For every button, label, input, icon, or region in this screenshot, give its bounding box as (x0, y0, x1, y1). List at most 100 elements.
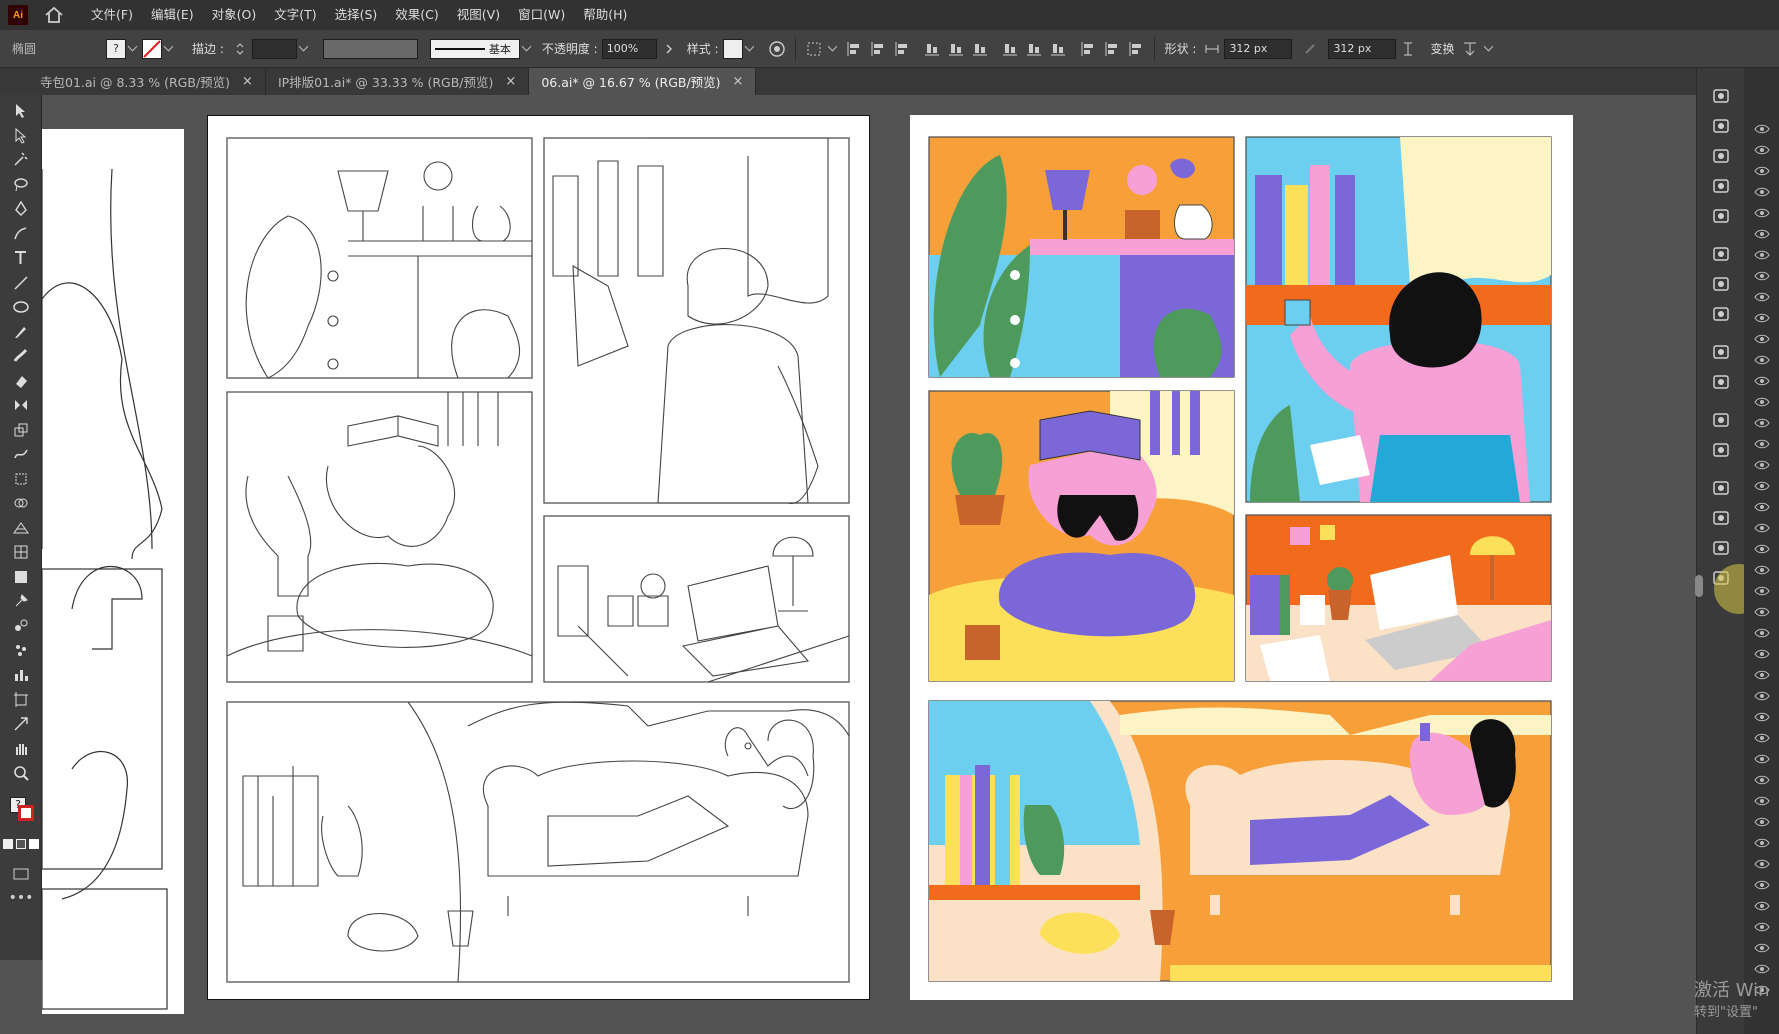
distribute-right-icon[interactable] (1128, 41, 1144, 57)
layers-icon[interactable] (1709, 476, 1733, 500)
layer-visibility-eye-icon[interactable] (1744, 391, 1779, 412)
perspective-grid-icon[interactable] (0, 516, 42, 541)
opacity-input[interactable]: 100% (601, 38, 657, 59)
layer-visibility-eye-icon[interactable] (1744, 685, 1779, 706)
layer-visibility-eye-icon[interactable] (1744, 811, 1779, 832)
canvas-area[interactable] (42, 95, 1696, 1034)
align-right-icon[interactable] (894, 41, 910, 57)
mesh-tool-icon[interactable] (0, 540, 42, 565)
stroke-weight-input[interactable] (251, 38, 297, 59)
variable-width-profile[interactable] (322, 38, 418, 59)
line-tool-icon[interactable] (0, 271, 42, 296)
fill-stroke-swatches[interactable]: ? (0, 789, 41, 839)
distribute-left-icon[interactable] (1080, 41, 1096, 57)
layer-visibility-eye-icon[interactable] (1744, 244, 1779, 265)
layer-visibility-eye-icon[interactable] (1744, 937, 1779, 958)
shape-width-input[interactable]: 312 px (1224, 38, 1293, 59)
reflect-tool-icon[interactable] (0, 393, 42, 418)
layer-visibility-eye-icon[interactable] (1744, 601, 1779, 622)
layer-visibility-eye-icon[interactable] (1744, 958, 1779, 979)
layer-visibility-eye-icon[interactable] (1744, 307, 1779, 328)
distribute-vcenter-icon[interactable] (1026, 41, 1042, 57)
appearance-icon[interactable] (1709, 340, 1733, 364)
menu-object[interactable]: 对象(O) (203, 0, 266, 30)
layer-visibility-eye-icon[interactable] (1744, 643, 1779, 664)
warp-tool-icon[interactable] (0, 442, 42, 467)
pen-tool-icon[interactable] (0, 197, 42, 222)
stroke-panel-icon[interactable] (1709, 242, 1733, 266)
column-graph-icon[interactable] (0, 663, 42, 688)
layer-visibility-eye-icon[interactable] (1744, 118, 1779, 139)
type-tool-icon[interactable] (0, 246, 42, 271)
graphic-style-dropdown-icon[interactable] (744, 41, 755, 52)
draw-mode-icon[interactable] (0, 839, 41, 861)
direct-selection-tool-icon[interactable] (0, 124, 42, 149)
align-vcenter-icon[interactable] (948, 41, 964, 57)
layer-visibility-eye-icon[interactable] (1744, 664, 1779, 685)
blob-brush-icon[interactable] (0, 344, 42, 369)
more-tools-icon[interactable]: ••• (0, 886, 42, 911)
close-icon[interactable]: × (505, 74, 516, 89)
zoom-tool-icon[interactable] (0, 761, 42, 786)
close-icon[interactable]: × (242, 74, 253, 89)
layer-visibility-eye-icon[interactable] (1744, 433, 1779, 454)
graphic-style-swatch[interactable] (722, 38, 743, 59)
transform-options-icon[interactable] (1462, 41, 1478, 57)
stroke-color-dropdown-icon[interactable] (163, 41, 174, 52)
transparency-icon[interactable] (1709, 302, 1733, 326)
menu-file[interactable]: 文件(F) (82, 0, 142, 30)
layer-visibility-eye-icon[interactable] (1744, 286, 1779, 307)
shape-builder-icon[interactable] (0, 491, 42, 516)
swatches-icon[interactable] (1709, 144, 1733, 168)
export-icon[interactable] (1709, 408, 1733, 432)
tab-document-1[interactable]: 寺包01.ai @ 8.33 % (RGB/预览) × (0, 68, 266, 95)
fill-swatch[interactable]: ? (106, 38, 126, 59)
color-guide-icon[interactable] (1709, 114, 1733, 138)
distribute-bottom-icon[interactable] (1050, 41, 1066, 57)
selection-tool-icon[interactable] (0, 99, 42, 124)
brush-style-select[interactable]: 基本 (429, 38, 520, 59)
stroke-swatch[interactable] (142, 38, 162, 59)
ellipse-tool-icon[interactable] (0, 295, 42, 320)
symbol-sprayer-icon[interactable] (0, 638, 42, 663)
layer-visibility-eye-icon[interactable] (1744, 349, 1779, 370)
artboards-icon[interactable] (1709, 438, 1733, 462)
stepper-icon[interactable] (232, 41, 248, 57)
layer-visibility-eye-icon[interactable] (1744, 496, 1779, 517)
menu-window[interactable]: 窗口(W) (509, 0, 574, 30)
magic-wand-icon[interactable] (0, 148, 42, 173)
hand-tool-icon[interactable] (0, 736, 42, 761)
paintbrush-icon[interactable] (0, 320, 42, 345)
layer-visibility-eye-icon[interactable] (1744, 454, 1779, 475)
layer-visibility-eye-icon[interactable] (1744, 160, 1779, 181)
vertical-scrollbar[interactable] (1695, 575, 1703, 597)
layer-visibility-eye-icon[interactable] (1744, 265, 1779, 286)
screen-mode-icon[interactable] (0, 861, 42, 886)
layer-visibility-eye-icon[interactable] (1744, 412, 1779, 433)
gradient-tool-icon[interactable] (0, 565, 42, 590)
tab-document-2[interactable]: IP排版01.ai* @ 33.33 % (RGB/预览) × (266, 68, 530, 95)
align-hcenter-icon[interactable] (870, 41, 886, 57)
align-to-dropdown-icon[interactable] (827, 41, 838, 52)
layer-visibility-eye-icon[interactable] (1744, 181, 1779, 202)
opacity-arrow-icon[interactable] (661, 41, 677, 57)
slice-tool-icon[interactable] (0, 712, 42, 737)
color-palette-icon[interactable] (1709, 84, 1733, 108)
menu-edit[interactable]: 编辑(E) (142, 0, 203, 30)
artboard-tool-icon[interactable] (0, 687, 42, 712)
brushes-icon[interactable] (1709, 174, 1733, 198)
transform-dropdown-icon[interactable] (1484, 41, 1494, 52)
fill-dropdown-icon[interactable] (127, 41, 138, 52)
layer-visibility-eye-icon[interactable] (1744, 517, 1779, 538)
stroke-weight-dropdown-icon[interactable] (298, 41, 309, 52)
layer-visibility-eye-icon[interactable] (1744, 748, 1779, 769)
align-bottom-icon[interactable] (972, 41, 988, 57)
menu-help[interactable]: 帮助(H) (574, 0, 636, 30)
layer-visibility-eye-icon[interactable] (1744, 790, 1779, 811)
free-transform-icon[interactable] (0, 467, 42, 492)
shape-height-input[interactable]: 312 px (1328, 38, 1397, 59)
tab-document-3[interactable]: 06.ai* @ 16.67 % (RGB/预览) × (529, 68, 757, 95)
layer-visibility-eye-icon[interactable] (1744, 853, 1779, 874)
asset-export-icon[interactable] (1709, 506, 1733, 530)
artboard-color-illustration[interactable] (910, 115, 1573, 1000)
